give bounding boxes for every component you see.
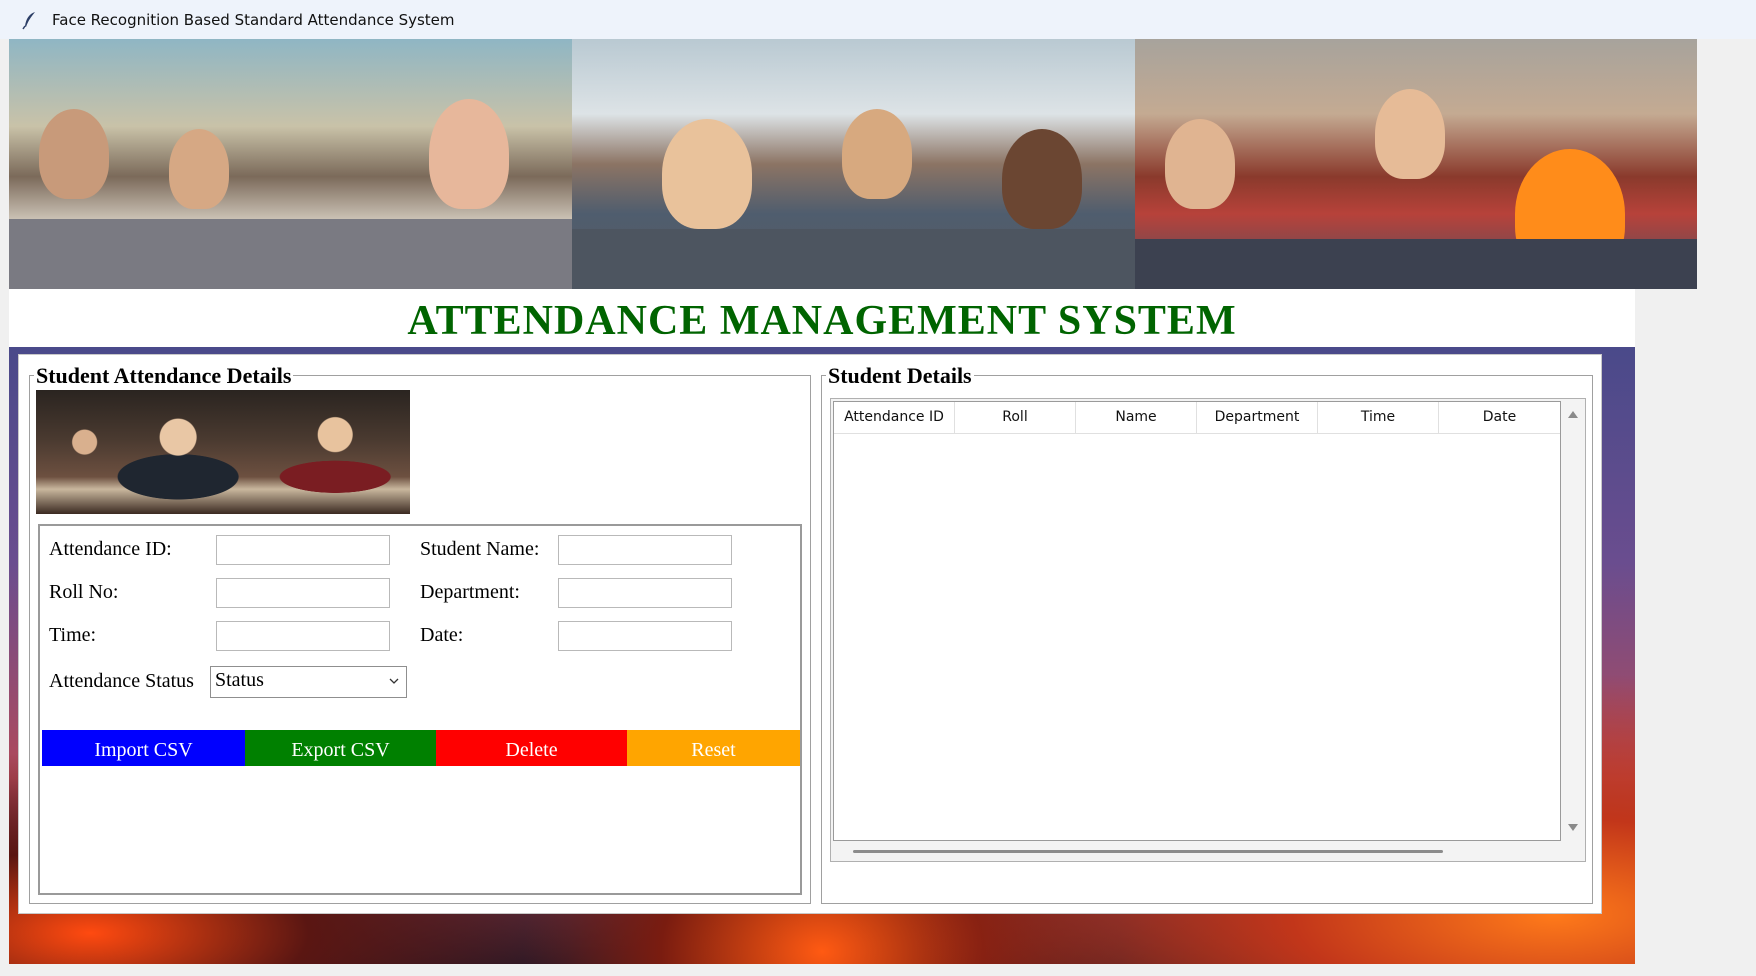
department-input[interactable]	[558, 578, 732, 608]
attendance-id-input[interactable]	[216, 535, 390, 565]
delete-button[interactable]: Delete	[436, 730, 627, 766]
attendance-id-label: Attendance ID:	[49, 538, 172, 560]
import-csv-button[interactable]: Import CSV	[42, 730, 245, 766]
horizontal-scrollbar[interactable]	[833, 843, 1583, 859]
window-title: Face Recognition Based Standard Attendan…	[52, 10, 455, 29]
column-header-department[interactable]: Department	[1197, 402, 1318, 433]
column-header-name[interactable]: Name	[1076, 402, 1197, 433]
student-details-table: Attendance ID Roll Name Department Time …	[830, 398, 1586, 862]
classroom-banner-image-1	[9, 39, 572, 289]
attendance-form: Attendance ID: Student Name: Roll No: De…	[38, 524, 802, 895]
roll-no-label: Roll No:	[49, 581, 119, 603]
department-label: Department:	[420, 581, 520, 603]
chevron-down-icon	[389, 678, 399, 684]
student-name-label: Student Name:	[420, 538, 540, 560]
attendance-status-value: Status	[215, 669, 264, 691]
reset-button[interactable]: Reset	[627, 730, 800, 766]
scroll-down-icon[interactable]	[1568, 824, 1578, 831]
roll-no-input[interactable]	[216, 578, 390, 608]
table-body[interactable]: Attendance ID Roll Name Department Time …	[833, 401, 1561, 841]
feather-icon	[22, 11, 35, 29]
vertical-scrollbar[interactable]	[1563, 401, 1583, 841]
export-csv-button[interactable]: Export CSV	[245, 730, 436, 766]
column-header-attendance-id[interactable]: Attendance ID	[834, 402, 955, 433]
classroom-banner-image-2	[572, 39, 1135, 289]
column-header-time[interactable]: Time	[1318, 402, 1439, 433]
time-label: Time:	[49, 624, 97, 646]
student-attendance-details-title: Student Attendance Details	[34, 363, 294, 389]
time-input[interactable]	[216, 621, 390, 651]
classroom-banner-image-3	[1135, 39, 1697, 289]
attendance-status-label: Attendance Status	[49, 670, 194, 692]
column-header-date[interactable]: Date	[1439, 402, 1560, 433]
scroll-up-icon[interactable]	[1568, 411, 1578, 418]
column-header-roll[interactable]: Roll	[955, 402, 1076, 433]
page-title: ATTENDANCE MANAGEMENT SYSTEM	[407, 298, 1237, 344]
student-details-title: Student Details	[826, 363, 974, 389]
bottom-strip	[9, 964, 1635, 976]
student-attendance-details-group: Student Attendance Details Attendance ID…	[29, 363, 811, 904]
date-input[interactable]	[558, 621, 732, 651]
student-name-input[interactable]	[558, 535, 732, 565]
header-bar: ATTENDANCE MANAGEMENT SYSTEM	[9, 289, 1635, 347]
classroom-photo	[36, 390, 410, 514]
window-titlebar: Face Recognition Based Standard Attendan…	[0, 0, 1756, 39]
table-header: Attendance ID Roll Name Department Time …	[834, 402, 1560, 434]
attendance-status-select[interactable]: Status	[210, 666, 407, 698]
date-label: Date:	[420, 624, 464, 646]
student-details-group: Student Details Attendance ID Roll Name …	[821, 363, 1593, 904]
main-frame: Student Attendance Details Attendance ID…	[18, 354, 1602, 914]
horizontal-scroll-thumb[interactable]	[853, 850, 1443, 853]
